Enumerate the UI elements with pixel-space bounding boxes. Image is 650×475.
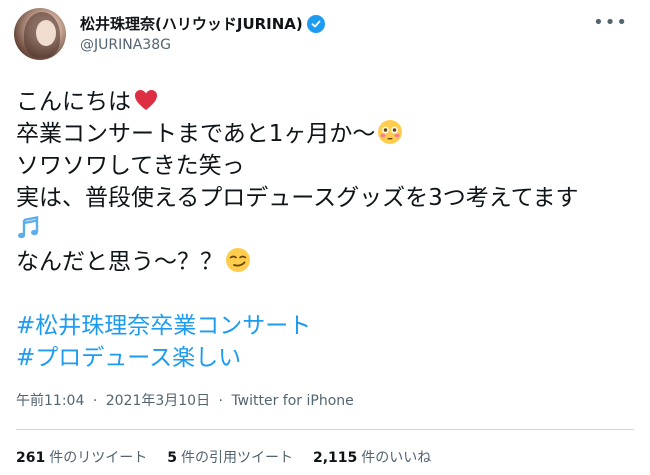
quotes-label: 件の引用ツイート bbox=[180, 450, 293, 466]
likes-label: 件のいいね bbox=[361, 450, 432, 466]
retweets-count: 261 bbox=[16, 450, 46, 466]
red-heart-emoji bbox=[135, 90, 157, 110]
avatar-face bbox=[36, 20, 56, 46]
tweet-date[interactable]: 2021年3月10日 bbox=[106, 393, 210, 409]
user-handle[interactable]: @JURINA38G bbox=[80, 37, 171, 53]
quotes-stat[interactable]: 5 件の引用ツイート bbox=[167, 447, 293, 467]
tweet-text: こんにちは 卒業コンサートまであと1ヶ月か〜 ソワソワしてきた笑っ 実は、普段使… bbox=[16, 86, 636, 374]
tweet-line-6: なんだと思う〜？？ bbox=[16, 246, 636, 278]
retweets-stat[interactable]: 261 件のリツイート bbox=[16, 447, 147, 467]
hashtag-link-2[interactable]: #プロデュース楽しい bbox=[16, 342, 636, 374]
tweet-line-1: こんにちは bbox=[16, 86, 636, 118]
hashtag-link-1[interactable]: #松井珠理奈卒業コンサート bbox=[16, 310, 636, 342]
display-name[interactable]: 松井珠理奈(ハリウッドJURINA) bbox=[80, 13, 303, 34]
tweet-source[interactable]: Twitter for iPhone bbox=[231, 393, 353, 409]
likes-count: 2,115 bbox=[312, 450, 358, 466]
tweet-time[interactable]: 午前11:04 bbox=[16, 393, 84, 409]
tweet-card: 松井珠理奈(ハリウッドJURINA) @JURINA38G ••• こんにちは … bbox=[0, 0, 650, 475]
tweet-line-4: 実は、普段使えるプロデュースグッズを3つ考えてます bbox=[16, 185, 579, 211]
tweet-line-3: ソワソワしてきた笑っ bbox=[16, 153, 245, 179]
meta-separator-2: · bbox=[218, 393, 223, 409]
likes-stat[interactable]: 2,115 件のいいね bbox=[313, 447, 431, 467]
musical-notes-emoji bbox=[18, 216, 39, 239]
more-options-icon[interactable]: ••• bbox=[593, 14, 628, 32]
divider bbox=[16, 429, 634, 430]
verified-badge-icon bbox=[306, 14, 325, 33]
smirking-face-emoji bbox=[226, 248, 250, 272]
avatar[interactable] bbox=[14, 8, 66, 60]
quotes-count: 5 bbox=[167, 450, 177, 466]
flushed-face-emoji bbox=[378, 120, 403, 144]
author-name-row[interactable]: 松井珠理奈(ハリウッドJURINA) bbox=[80, 13, 325, 34]
retweets-label: 件のリツイート bbox=[49, 450, 148, 466]
meta-separator: · bbox=[92, 393, 98, 409]
tweet-line-5 bbox=[16, 214, 636, 246]
tweet-line-2: 卒業コンサートまであと1ヶ月か〜 bbox=[16, 118, 636, 150]
tweet-timestamp-row: 午前11:04 · 2021年3月10日 · Twitter for iPhon… bbox=[16, 390, 354, 410]
engagement-stats: 261 件のリツイート 5 件の引用ツイート 2,115 件のいいね bbox=[16, 447, 431, 467]
